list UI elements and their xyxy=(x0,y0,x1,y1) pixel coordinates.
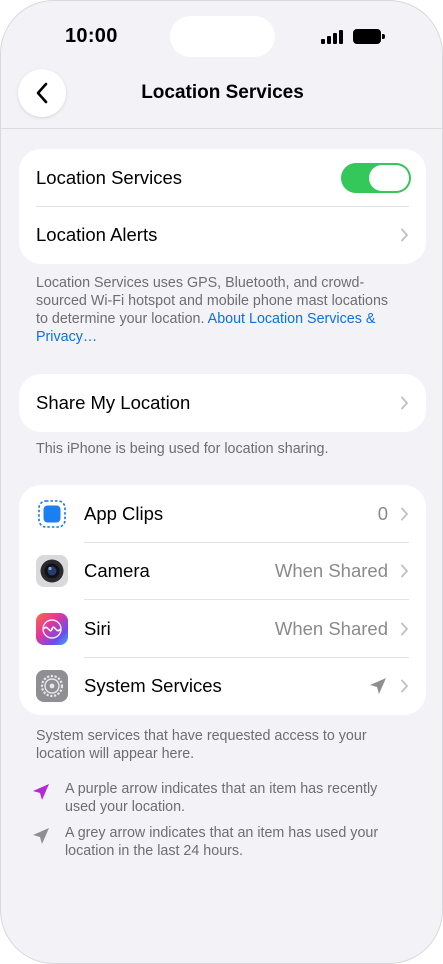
location-alerts-label: Location Alerts xyxy=(36,224,158,246)
app-name: Siri xyxy=(84,617,111,639)
app-row-system-services[interactable]: System Services xyxy=(19,658,426,716)
share-location-footer: This iPhone is being used for location s… xyxy=(36,441,329,457)
dynamic-island xyxy=(170,16,275,57)
location-arrow-grey-icon xyxy=(370,678,386,695)
app-permission-value: When Shared xyxy=(274,560,388,582)
share-location-card: Share My Location xyxy=(19,374,426,432)
battery-icon xyxy=(353,29,386,44)
chevron-right-icon xyxy=(401,622,408,636)
chevron-right-icon xyxy=(401,564,408,578)
location-arrow-grey-icon xyxy=(33,828,49,844)
share-my-location-row[interactable]: Share My Location xyxy=(19,374,426,432)
legend-purple-text: A purple arrow indicates that an item ha… xyxy=(65,781,378,815)
location-services-toggle[interactable] xyxy=(341,162,411,193)
chevron-right-icon xyxy=(401,396,408,410)
page-title: Location Services xyxy=(141,82,304,103)
app-clips-icon xyxy=(36,497,68,530)
apps-card: App Clips 0 Camera When Shared Siri When… xyxy=(19,485,426,715)
app-row-app-clips[interactable]: App Clips 0 xyxy=(19,485,426,543)
chevron-right-icon xyxy=(401,507,408,521)
app-name: System Services xyxy=(84,675,222,697)
cellular-signal-icon xyxy=(321,30,345,44)
chevron-right-icon xyxy=(401,679,408,693)
location-services-label: Location Services xyxy=(36,166,183,188)
status-time: 10:00 xyxy=(65,25,118,47)
app-row-siri[interactable]: Siri When Shared xyxy=(19,600,426,658)
app-row-camera[interactable]: Camera When Shared xyxy=(19,543,426,600)
location-alerts-row[interactable]: Location Alerts xyxy=(19,207,426,265)
location-services-row: Location Services xyxy=(19,149,426,207)
camera-app-icon xyxy=(36,555,68,588)
share-my-location-label: Share My Location xyxy=(36,391,191,413)
app-permission-value: When Shared xyxy=(274,617,388,639)
app-name: App Clips xyxy=(84,502,164,524)
app-permission-value: 0 xyxy=(377,502,388,524)
location-services-card: Location Services Location Alerts xyxy=(19,149,426,264)
location-arrow-purple-icon xyxy=(33,784,49,800)
apps-footer: System services that have requested acce… xyxy=(36,728,367,762)
settings-gear-icon xyxy=(36,670,68,703)
location-services-description: Location Services uses GPS, Bluetooth, a… xyxy=(36,275,389,345)
legend-grey-text: A grey arrow indicates that an item has … xyxy=(65,825,379,859)
chevron-right-icon xyxy=(401,228,408,242)
siri-app-icon xyxy=(36,612,68,645)
app-name: Camera xyxy=(84,560,150,582)
phone-screen: 10:00 Location Services Location Service… xyxy=(0,0,443,964)
nav-divider xyxy=(1,128,442,129)
